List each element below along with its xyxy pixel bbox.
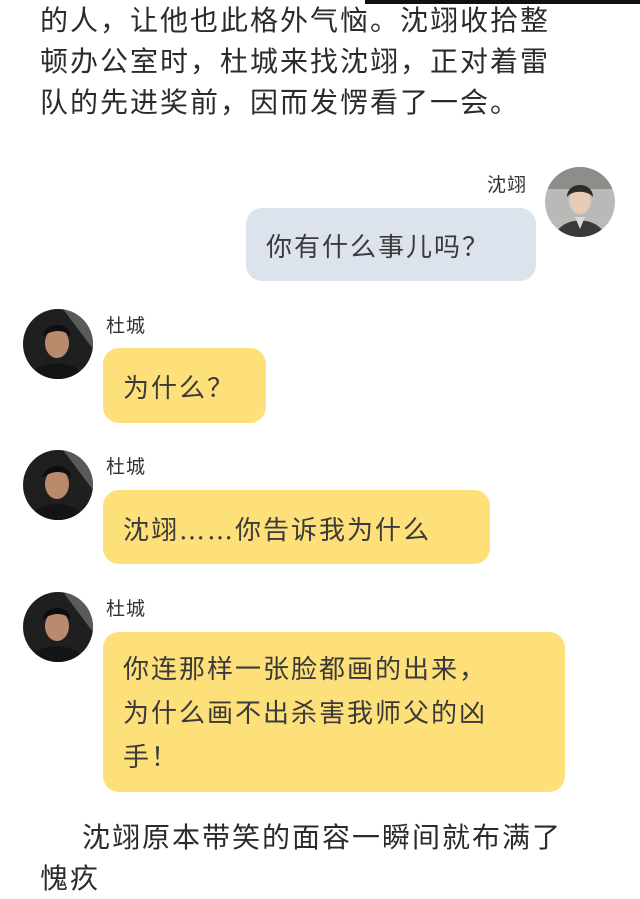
narration-line: 队的先进奖前，因而发愣看了一会。 <box>40 86 521 119</box>
avatar-ducheng-icon <box>23 309 93 379</box>
narration-line: 沈翊原本带笑的面容一瞬间就布满了 <box>82 821 563 854</box>
avatar-ducheng <box>23 450 93 520</box>
avatar-shenyi-icon <box>545 167 615 237</box>
message-bubble-incoming[interactable]: 为什么？ <box>103 348 266 423</box>
message-bubble-outgoing[interactable]: 你有什么事儿吗？ <box>246 208 536 281</box>
message-bubble-incoming[interactable]: 你连那样一张脸都画的出来， 为什么画不出杀害我师父的凶 手！ <box>103 632 565 792</box>
narration-line: 愧疚 <box>40 862 101 895</box>
avatar-ducheng-icon <box>23 592 93 662</box>
sender-name-ducheng: 杜城 <box>106 598 147 620</box>
message-text-line: 你连那样一张脸都画的出来， <box>123 655 488 685</box>
avatar-shenyi <box>545 167 615 237</box>
message-bubble-incoming[interactable]: 沈翊……你告诉我为什么 <box>103 490 490 564</box>
narration-line: 的人，让他也此格外气恼。沈翊收拾整 <box>40 4 551 37</box>
sender-name-shenyi: 沈翊 <box>487 174 528 196</box>
narration-line: 顿办公室时，杜城来找沈翊，正对着雷 <box>40 45 551 78</box>
narration-bottom: 沈翊原本带笑的面容一瞬间就布满了 愧疚 <box>40 817 620 899</box>
message-text-line: 为什么画不出杀害我师父的凶 <box>123 699 488 729</box>
narration-top: 的人，让他也此格外气恼。沈翊收拾整 顿办公室时，杜城来找沈翊，正对着雷 队的先进… <box>40 0 610 123</box>
avatar-ducheng-icon <box>23 450 93 520</box>
message-text: 你有什么事儿吗？ <box>266 233 491 263</box>
message-text-line: 手！ <box>123 743 180 773</box>
avatar-ducheng <box>23 309 93 379</box>
avatar-ducheng <box>23 592 93 662</box>
message-text: 为什么？ <box>123 374 236 404</box>
sender-name-ducheng: 杜城 <box>106 315 147 337</box>
sender-name-ducheng: 杜城 <box>106 456 147 478</box>
message-text: 沈翊……你告诉我为什么 <box>123 516 432 546</box>
